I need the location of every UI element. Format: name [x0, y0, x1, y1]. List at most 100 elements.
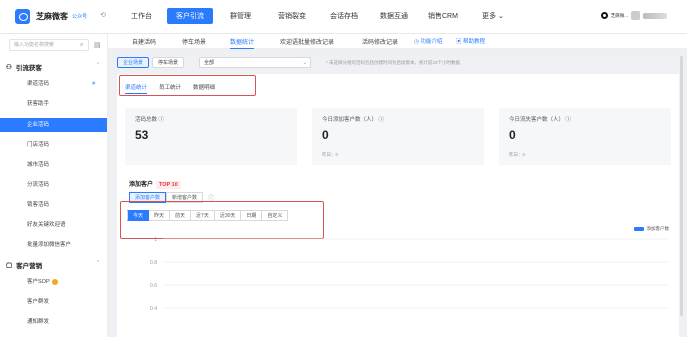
search-icon[interactable]: ⌕ — [80, 42, 83, 49]
sidebar-search-input[interactable]: 输入功能名称搜索 — [9, 39, 89, 51]
top-navbar: 芝麻微客 公众号 ⟲ 工作台 客户引流 群管理 营销裂变 会话存档 数据互通 销… — [0, 0, 687, 34]
help-tutorial-link[interactable]: ▣ 帮助教程 — [456, 37, 485, 45]
range-7days[interactable]: 近7天 — [191, 210, 215, 221]
chevron-up-icon[interactable]: ⌃ — [96, 62, 100, 68]
nav-group-management[interactable]: 群管理 — [230, 11, 251, 21]
sidebar-item-acquisition-assistant[interactable]: 获客助手 — [0, 97, 107, 111]
range-yesterday[interactable]: 昨天 — [149, 210, 171, 221]
document-icon: ▢ — [6, 262, 13, 269]
brand-logo-icon[interactable] — [15, 9, 30, 24]
kpi-label-text: 活码总数 — [135, 117, 158, 123]
tab-code-change-log[interactable]: 活码修改记录 — [362, 37, 398, 46]
kpi-total-codes: 活码总数 ⓘ 53 — [125, 108, 297, 165]
parking-scene-button[interactable]: 停车场景 — [152, 57, 185, 68]
nav-sales-crm[interactable]: 销售CRM — [428, 11, 458, 21]
book-icon: ▣ — [456, 39, 462, 45]
kpi-label-text: 今日添加客户数（人） — [322, 117, 378, 123]
chevron-down-icon: ⌄ — [497, 13, 504, 20]
info-icon[interactable]: ⓘ — [566, 117, 572, 123]
nav-customer-acquisition[interactable]: 客户引流 — [167, 8, 213, 24]
add-customer-title: 添加客户 TOP 10 — [129, 179, 181, 189]
settings-icon[interactable]: ⟲ — [100, 11, 106, 19]
tab-data-detail[interactable]: 数据明细 — [193, 83, 215, 94]
feature-intro-label: 功能介绍 — [420, 39, 443, 45]
tab-parking-scene[interactable]: 停车场景 — [182, 37, 206, 46]
range-today[interactable]: 今天 — [127, 210, 150, 221]
tab-staff-stats[interactable]: 员工统计 — [159, 83, 181, 94]
user-name: 芝麻微... — [610, 12, 628, 18]
avatar[interactable] — [631, 11, 640, 20]
sidebar-item-channel-code[interactable]: 渠道活码 ★ — [0, 77, 107, 91]
chevron-up-icon[interactable]: ⌃ — [96, 260, 100, 266]
range-day-before[interactable]: 前天 — [170, 210, 192, 221]
sidebar-item-store-code[interactable]: 门店活码 — [0, 138, 107, 152]
nav-session-archive[interactable]: 会话存档 — [330, 11, 358, 21]
group-select-value: 全部 — [204, 60, 215, 66]
kpi-label-text: 今日流失客户数（人） — [509, 117, 565, 123]
range-30days[interactable]: 近30天 — [214, 210, 242, 221]
nav-workbench[interactable]: 工作台 — [131, 11, 152, 21]
sidebar-item-enterprise-code[interactable]: 企业活码 — [0, 118, 107, 132]
sidebar-item-split-code[interactable]: 分流活码 — [0, 178, 107, 192]
feature-intro-link[interactable]: ◷ 功能介绍 — [414, 37, 442, 45]
y-tick-label: 0.8 — [150, 260, 157, 266]
tab-custom-code[interactable]: 自建活码 — [132, 37, 156, 46]
new-customers-button[interactable]: 新增客户数 — [166, 192, 204, 203]
add-customer-chart: 1 0.8 0.6 0.4 — [150, 237, 669, 312]
scene-filter: 企业场景 停车场景 — [117, 57, 185, 68]
sidebar-item-notice-broadcast[interactable]: 通知群发 — [0, 315, 107, 329]
sidebar-group-label: 客户营销 — [16, 263, 43, 270]
enterprise-scene-button[interactable]: 企业场景 — [117, 57, 150, 68]
chevron-down-icon: ⌄ — [302, 60, 307, 66]
sidebar-item-lock-code[interactable]: 锁客活码 — [0, 198, 107, 212]
sidebar-item-city-code[interactable]: 城市活码 — [0, 158, 107, 172]
group-select[interactable]: 全部 ⌄ — [199, 57, 311, 68]
top10-badge: TOP 10 — [156, 181, 181, 189]
brand-name: 芝麻微客 — [36, 12, 68, 21]
kpi-value: 53 — [135, 128, 149, 142]
page-scrollbar[interactable] — [680, 56, 683, 316]
nav-data-sync[interactable]: 数据互通 — [380, 11, 408, 21]
user-area[interactable]: 芝麻微... — [600, 11, 667, 20]
kpi-label: 今日添加客户数（人） ⓘ — [322, 115, 384, 123]
stat-tabs: 渠道统计 员工统计 数据明细 — [125, 83, 215, 94]
sidebar-group-label: 引流获客 — [15, 65, 42, 72]
favorite-star-icon[interactable]: ★ — [91, 77, 96, 91]
collapse-sidebar-icon[interactable]: ▤ — [94, 41, 101, 49]
tab-welcome-batch-log[interactable]: 欢迎语批量修改记录 — [280, 37, 334, 46]
nav-more[interactable]: 更多 ⌄ — [482, 11, 504, 21]
tab-data-stats[interactable]: 数据统计 — [230, 37, 255, 49]
metric-segment: 添加客户数 新增客户数 ⓘ — [129, 192, 214, 203]
sidebar: 输入功能名称搜索 ⌕ ▤ ⚇ 引流获客 ⌃ 渠道活码 ★ 获客助手 企业活码 门… — [0, 34, 108, 337]
kpi-today-added: 今日添加客户数（人） ⓘ 0 昨日：0 — [312, 108, 484, 165]
info-icon[interactable]: ⓘ — [379, 117, 385, 123]
tab-channel-stats[interactable]: 渠道统计 — [125, 83, 148, 94]
y-tick-label: 0.6 — [150, 283, 157, 289]
range-custom[interactable]: 自定义 — [262, 210, 289, 221]
sidebar-item-welcome-keyword[interactable]: 好友关键欢迎语 — [0, 218, 107, 232]
sidebar-item-customer-broadcast[interactable]: 客户群发 — [0, 295, 107, 309]
clock-icon: ◷ — [414, 39, 419, 45]
brand-sub-link[interactable]: 公众号 — [72, 13, 87, 20]
kpi-today-lost: 今日流失客户数（人） ⓘ 0 昨日：0 — [499, 108, 671, 165]
sidebar-group-marketing[interactable]: ▢ 客户营销 — [6, 260, 42, 270]
range-date[interactable]: 日期 — [241, 210, 263, 221]
main-content: 自建活码 停车场景 数据统计 欢迎语批量修改记录 活码修改记录 ◷ 功能介绍 ▣… — [108, 34, 687, 337]
info-icon[interactable]: ⓘ — [159, 117, 165, 123]
sidebar-group-acquisition[interactable]: ⚇ 引流获客 — [6, 62, 42, 72]
help-tutorial-label: 帮助教程 — [463, 39, 486, 45]
filter-hint: * 未选择分组的活码包括创建时间为后续版本，统计前24个小时数据 — [326, 60, 461, 65]
y-tick-label: 0.4 — [150, 306, 157, 312]
sidebar-item-batch-add[interactable]: 批量添加微信客户 — [0, 238, 107, 252]
info-icon[interactable]: ⓘ — [208, 193, 214, 202]
kpi-label: 今日流失客户数（人） ⓘ — [509, 115, 571, 123]
sidebar-item-customer-sop[interactable]: 客户SOP — [0, 275, 107, 289]
added-customers-button[interactable]: 添加客户数 — [129, 192, 167, 203]
stats-card: 渠道统计 员工统计 数据明细 活码总数 ⓘ 53 今日添加客户数（人） ⓘ 0 … — [117, 74, 679, 337]
sidebar-item-label: 渠道活码 — [27, 81, 50, 87]
nav-marketing-fission[interactable]: 营销裂变 — [278, 11, 306, 21]
kpi-value: 0 — [322, 128, 329, 142]
kpi-value: 0 — [509, 128, 516, 142]
subtab-bar: 自建活码 停车场景 数据统计 欢迎语批量修改记录 活码修改记录 ◷ 功能介绍 ▣… — [108, 34, 687, 49]
sidebar-item-label: 客户SOP — [27, 279, 50, 285]
